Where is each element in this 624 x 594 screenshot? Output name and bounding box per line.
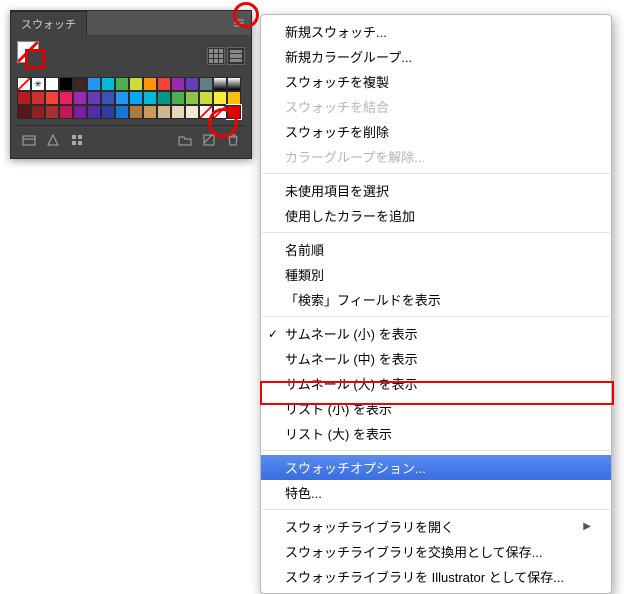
swatch-cell[interactable] [73, 105, 87, 119]
stroke-box-icon [25, 49, 45, 69]
swatch-cell[interactable] [59, 77, 73, 91]
panel-bottom-bar [17, 125, 245, 152]
swatch-cell[interactable] [199, 91, 213, 105]
swatch-cell[interactable] [87, 77, 101, 91]
panel-body: ✳ [11, 35, 251, 158]
swatch-cell[interactable] [185, 105, 199, 119]
menu-select-unused[interactable]: 未使用項目を選択 [261, 178, 611, 203]
flyout-menu-button[interactable] [231, 15, 247, 31]
menu-thumb-medium[interactable]: サムネール (中) を表示 [261, 346, 611, 371]
swatch-cell[interactable] [227, 105, 241, 119]
grid-view-icon[interactable] [207, 47, 225, 65]
swatch-cell[interactable] [115, 91, 129, 105]
swatch-cell[interactable] [213, 105, 227, 119]
delete-swatch-icon[interactable] [225, 132, 241, 148]
swatch-cell[interactable] [115, 105, 129, 119]
swatch-cell[interactable] [213, 77, 227, 91]
menu-thumb-large[interactable]: サムネール (大) を表示 [261, 371, 611, 396]
menu-merge: スウォッチを結合 [261, 94, 611, 119]
swatch-cell[interactable]: ✳ [31, 77, 45, 91]
new-swatch-icon[interactable] [201, 132, 217, 148]
menu-separator [262, 173, 610, 174]
swatch-cell[interactable] [59, 91, 73, 105]
swatch-cell[interactable] [73, 91, 87, 105]
swatch-cell[interactable] [213, 91, 227, 105]
menu-new-swatch[interactable]: 新規スウォッチ... [261, 19, 611, 44]
swatches-panel: スウォッチ ✳ [10, 10, 252, 159]
menu-list-large[interactable]: リスト (大) を表示 [261, 421, 611, 446]
swatch-cell[interactable] [87, 91, 101, 105]
menu-ungroup: カラーグループを解除... [261, 144, 611, 169]
swatch-cell[interactable] [45, 105, 59, 119]
swatch-cell[interactable] [31, 91, 45, 105]
menu-separator [262, 450, 610, 451]
swatch-cell[interactable] [101, 91, 115, 105]
menu-thumb-small[interactable]: ✓サムネール (小) を表示 [261, 321, 611, 346]
submenu-arrow-icon: ▶ [583, 521, 591, 532]
swatch-cell[interactable] [31, 105, 45, 119]
menu-delete[interactable]: スウォッチを削除 [261, 119, 611, 144]
swatch-cell[interactable] [227, 91, 241, 105]
swatch-grid: ✳ [17, 77, 245, 119]
menu-new-color-group[interactable]: 新規カラーグループ... [261, 44, 611, 69]
menu-separator [262, 232, 610, 233]
swatch-cell[interactable] [129, 77, 143, 91]
panel-header: スウォッチ [11, 11, 251, 35]
menu-show-find[interactable]: 「検索」フィールドを表示 [261, 287, 611, 312]
swatch-cell[interactable] [45, 77, 59, 91]
menu-spot[interactable]: 特色... [261, 480, 611, 505]
swatch-cell[interactable] [129, 91, 143, 105]
swatch-cell[interactable] [17, 105, 31, 119]
menu-separator [262, 509, 610, 510]
menu-save-exchange[interactable]: スウォッチライブラリを交換用として保存... [261, 539, 611, 564]
swatch-cell[interactable] [199, 77, 213, 91]
view-icons [207, 47, 245, 65]
swatch-options-icon[interactable] [69, 132, 85, 148]
menu-open-library[interactable]: スウォッチライブラリを開く▶ [261, 514, 611, 539]
swatch-cell[interactable] [171, 105, 185, 119]
swatch-cell[interactable] [17, 91, 31, 105]
current-color-row [17, 41, 245, 71]
menu-separator [262, 316, 610, 317]
menu-add-used[interactable]: 使用したカラーを追加 [261, 203, 611, 228]
swatch-cell[interactable] [115, 77, 129, 91]
new-group-icon[interactable] [177, 132, 193, 148]
swatch-cell[interactable] [87, 105, 101, 119]
menu-swatch-options[interactable]: スウォッチオプション... [261, 455, 611, 480]
swatch-cell[interactable] [73, 77, 87, 91]
menu-sort-name[interactable]: 名前順 [261, 237, 611, 262]
menu-save-ai[interactable]: スウォッチライブラリを Illustrator として保存... [261, 564, 611, 589]
swatch-cell[interactable] [59, 105, 73, 119]
swatch-cell[interactable] [143, 77, 157, 91]
swatch-cell[interactable] [101, 77, 115, 91]
swatch-cell[interactable] [45, 91, 59, 105]
swatch-cell[interactable] [157, 77, 171, 91]
check-icon: ✓ [268, 327, 278, 341]
menu-duplicate[interactable]: スウォッチを複製 [261, 69, 611, 94]
library-menu-icon[interactable] [21, 132, 37, 148]
swatch-cell[interactable] [157, 105, 171, 119]
swatch-cell[interactable] [199, 105, 213, 119]
swatch-cell[interactable] [171, 91, 185, 105]
fill-stroke-indicator[interactable] [17, 41, 47, 71]
swatch-cell[interactable] [101, 105, 115, 119]
swatch-cell[interactable] [143, 105, 157, 119]
list-view-icon[interactable] [227, 47, 245, 65]
swatch-cell[interactable] [227, 77, 241, 91]
swatch-cell[interactable] [143, 91, 157, 105]
swatch-cell[interactable] [129, 105, 143, 119]
swatch-cell[interactable] [171, 77, 185, 91]
panel-tab-swatches[interactable]: スウォッチ [11, 11, 87, 36]
flyout-menu: 新規スウォッチ... 新規カラーグループ... スウォッチを複製 スウォッチを結… [260, 14, 612, 594]
swatch-cell[interactable] [157, 91, 171, 105]
panel-title: スウォッチ [21, 16, 76, 32]
show-kinds-icon[interactable] [45, 132, 61, 148]
swatch-cell[interactable] [17, 77, 31, 91]
swatch-cell[interactable] [185, 91, 199, 105]
swatch-cell[interactable] [185, 77, 199, 91]
menu-sort-kind[interactable]: 種類別 [261, 262, 611, 287]
menu-list-small[interactable]: リスト (小) を表示 [261, 396, 611, 421]
